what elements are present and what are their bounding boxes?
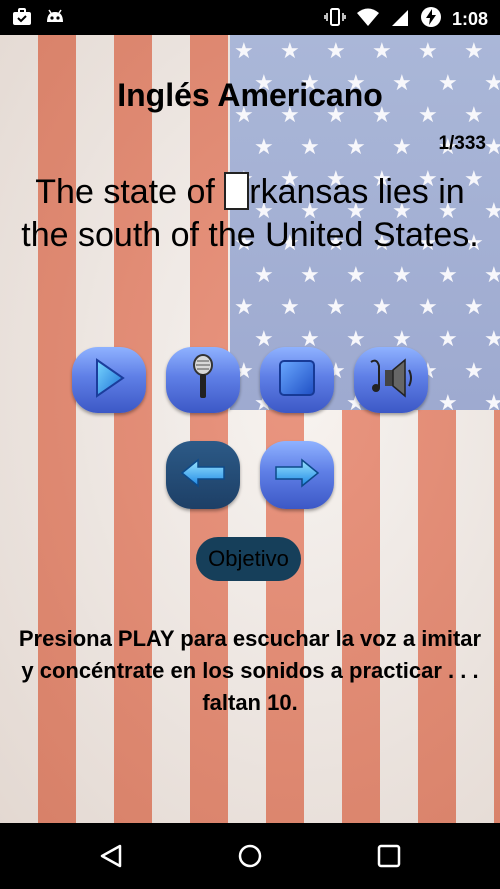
clock: 1:08 — [451, 9, 488, 29]
practice-sentence: The state of rkansas lies in the south o… — [20, 171, 480, 257]
flag-star-icon: ★ — [326, 295, 346, 320]
flag-star-icon: ★ — [484, 135, 500, 160]
speaker-icon — [365, 354, 417, 407]
battery-charging-icon — [420, 6, 442, 33]
recents-icon[interactable] — [377, 844, 401, 873]
flag-star-icon: ★ — [392, 263, 412, 288]
flag-star-icon: ★ — [234, 295, 254, 320]
flag-star-icon: ★ — [464, 359, 484, 384]
flag-star-icon: ★ — [234, 39, 254, 64]
sentence-before-gap: The state of — [35, 173, 225, 211]
flag-star-icon: ★ — [254, 135, 274, 160]
flag-star-icon: ★ — [254, 263, 274, 288]
objective-button[interactable]: Objetivo — [196, 537, 301, 581]
next-button[interactable] — [260, 441, 334, 509]
back-icon[interactable] — [98, 843, 124, 874]
play-icon — [89, 356, 129, 405]
flag-star-icon: ★ — [346, 263, 366, 288]
flag-star-icon: ★ — [464, 39, 484, 64]
flag-star-icon: ★ — [484, 327, 500, 352]
flag-star-icon: ★ — [484, 263, 500, 288]
flag-star-icon: ★ — [372, 39, 392, 64]
flag-star-icon: ★ — [464, 295, 484, 320]
previous-button[interactable] — [166, 441, 240, 509]
flag-star-icon: ★ — [418, 39, 438, 64]
microphone-icon — [188, 353, 218, 408]
flag-star-icon: ★ — [300, 135, 320, 160]
briefcase-check-icon — [12, 8, 32, 31]
instruction-text: Presiona PLAY para escuchar la voz a imi… — [18, 626, 482, 715]
flag-star-icon: ★ — [280, 39, 300, 64]
record-button[interactable] — [166, 347, 240, 413]
flag-star-icon: ★ — [418, 295, 438, 320]
listen-recording-button[interactable] — [354, 347, 428, 413]
flag-star-icon: ★ — [438, 391, 458, 411]
vibrate-icon — [324, 7, 346, 32]
arrow-left-icon — [180, 457, 226, 493]
flag-star-icon: ★ — [346, 135, 366, 160]
wifi-icon — [356, 7, 380, 32]
flag-star-icon: ★ — [392, 135, 412, 160]
stop-button[interactable] — [260, 347, 334, 413]
flag-star-icon: ★ — [438, 327, 458, 352]
flag-star-icon: ★ — [254, 327, 274, 352]
play-button[interactable] — [72, 347, 146, 413]
flag-star-icon: ★ — [484, 199, 500, 224]
flag-star-icon: ★ — [326, 39, 346, 64]
flag-star-icon: ★ — [484, 391, 500, 411]
status-bar: 1:08 — [0, 0, 500, 35]
android-icon — [44, 8, 66, 31]
app-screen: ★ ★ ★ ★ ★ ★ ★ ★ ★ ★ ★ ★ ★ ★ ★ ★ ★ ★ ★ ★ ★ ★ ★ ★ ★ ★ ★ ★ ★ ★ ★ ★ ★ ★ ★ ★ ★ ★ ★ ★… — [0, 35, 500, 823]
flag-star-icon: ★ — [346, 327, 366, 352]
flag-star-icon: ★ — [300, 263, 320, 288]
flag-star-icon: ★ — [280, 295, 300, 320]
home-icon[interactable] — [237, 843, 263, 874]
system-nav-bar — [0, 823, 500, 889]
page-title: Inglés Americano — [117, 77, 383, 113]
stop-icon — [277, 358, 317, 403]
signal-icon — [390, 7, 410, 32]
flag-star-icon: ★ — [438, 263, 458, 288]
missing-letter-box — [224, 172, 250, 210]
arrow-right-icon — [274, 457, 320, 493]
progress-counter: 1/333 — [438, 133, 486, 154]
flag-star-icon: ★ — [372, 295, 392, 320]
